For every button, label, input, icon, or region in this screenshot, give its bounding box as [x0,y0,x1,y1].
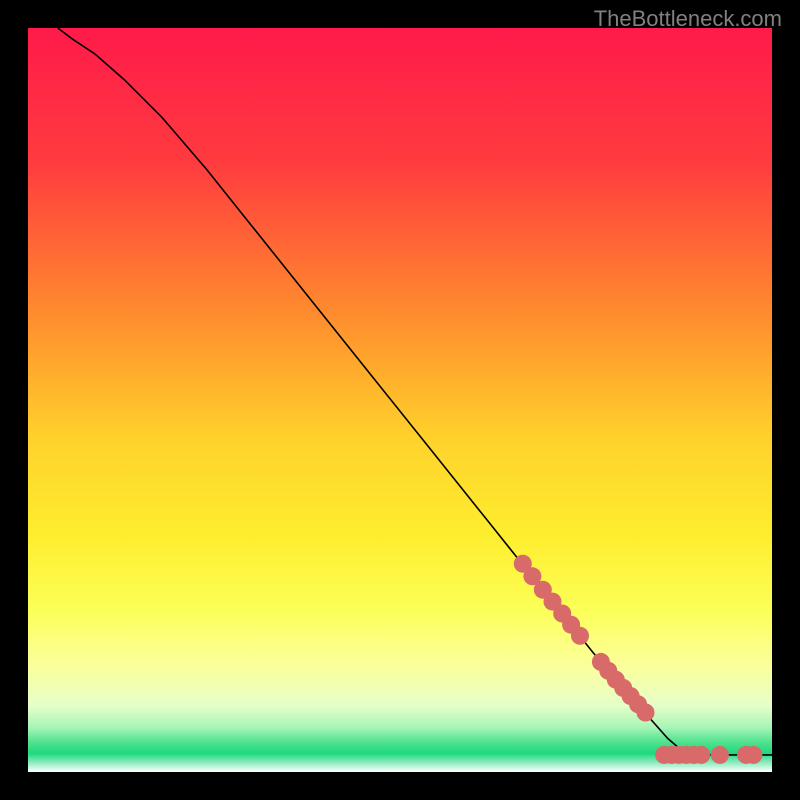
data-marker [711,746,729,764]
chart-plot-area [28,28,772,772]
chart-svg [28,28,772,772]
watermark-text: TheBottleneck.com [594,6,782,32]
data-marker [637,704,655,722]
data-marker [692,746,710,764]
gradient-background [28,28,772,772]
data-marker [571,627,589,645]
data-marker [744,746,762,764]
